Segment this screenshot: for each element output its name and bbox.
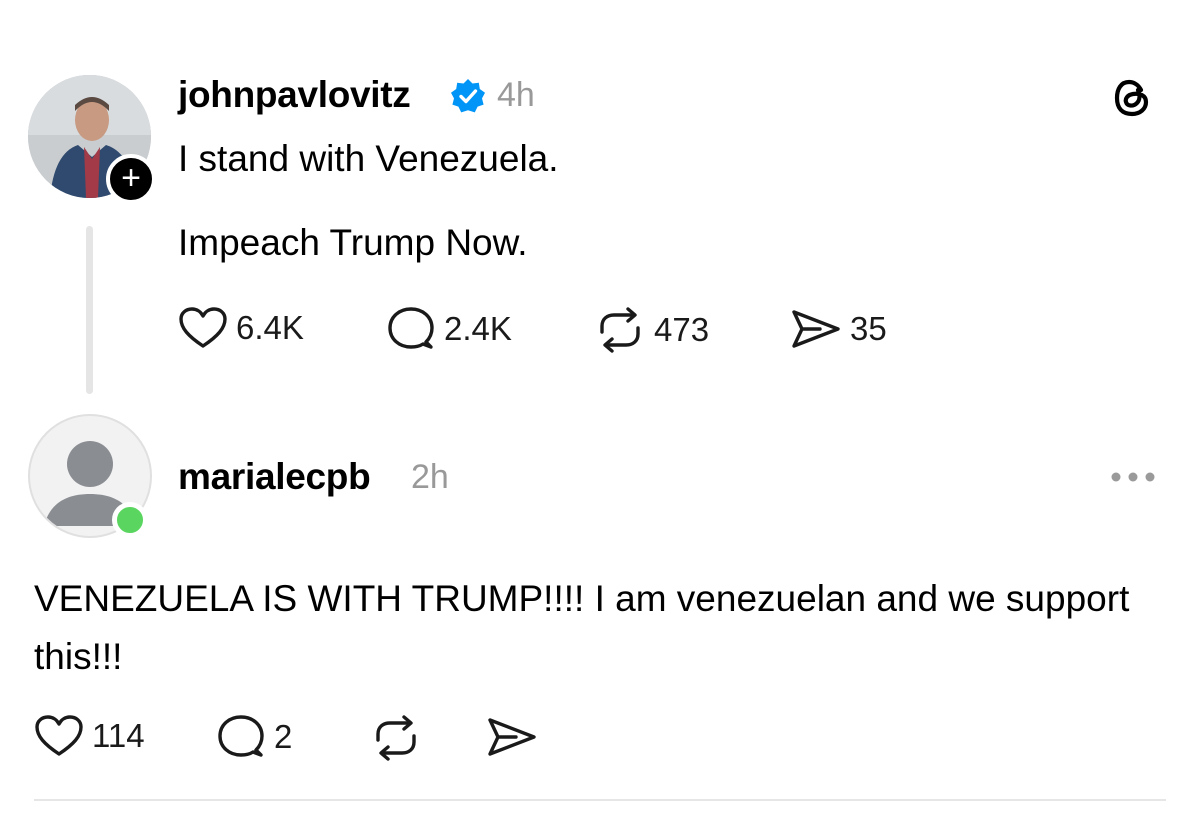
share-count: 35 [850,310,887,347]
repost-button[interactable]: 473 [594,306,709,354]
like-count: 114 [92,717,145,754]
post-text: VENEZUELA IS WITH TRUMP!!!! I am venezue… [34,578,1130,677]
speech-bubble-icon [388,307,434,349]
post-username[interactable]: marialecpb [178,456,371,498]
heart-icon [179,307,227,348]
follow-button[interactable]: + [106,154,156,204]
like-button[interactable]: 114 [34,714,145,758]
repost-count: 473 [654,311,710,348]
online-status-icon [112,502,148,538]
thread-connector-line [86,226,93,394]
divider [34,799,1166,801]
post-timestamp: 4h [497,76,535,114]
repost-button[interactable] [370,714,430,762]
speech-bubble-icon [218,715,264,757]
paper-plane-icon [488,718,536,756]
reply-button[interactable]: 2.4K [386,306,512,352]
reply-button[interactable]: 2 [216,714,292,760]
post-timestamp: 2h [411,458,449,496]
reply-count: 2 [274,718,293,755]
reply-count: 2.4K [444,310,512,347]
repost-icon [376,715,416,761]
repost-icon [600,307,640,353]
share-button[interactable] [486,714,546,760]
heart-icon [35,715,83,756]
like-count: 6.4K [236,309,304,346]
paper-plane-icon [792,310,840,348]
verified-badge-icon [450,78,486,119]
share-button[interactable]: 35 [790,306,887,352]
post-text-line: Impeach Trump Now. [178,222,528,263]
post-username[interactable]: johnpavlovitz [178,74,411,116]
threads-logo-icon[interactable] [1112,78,1152,123]
post-text-line: I stand with Venezuela. [178,138,559,179]
more-horizontal-icon[interactable] [1110,470,1156,489]
like-button[interactable]: 6.4K [178,306,304,350]
